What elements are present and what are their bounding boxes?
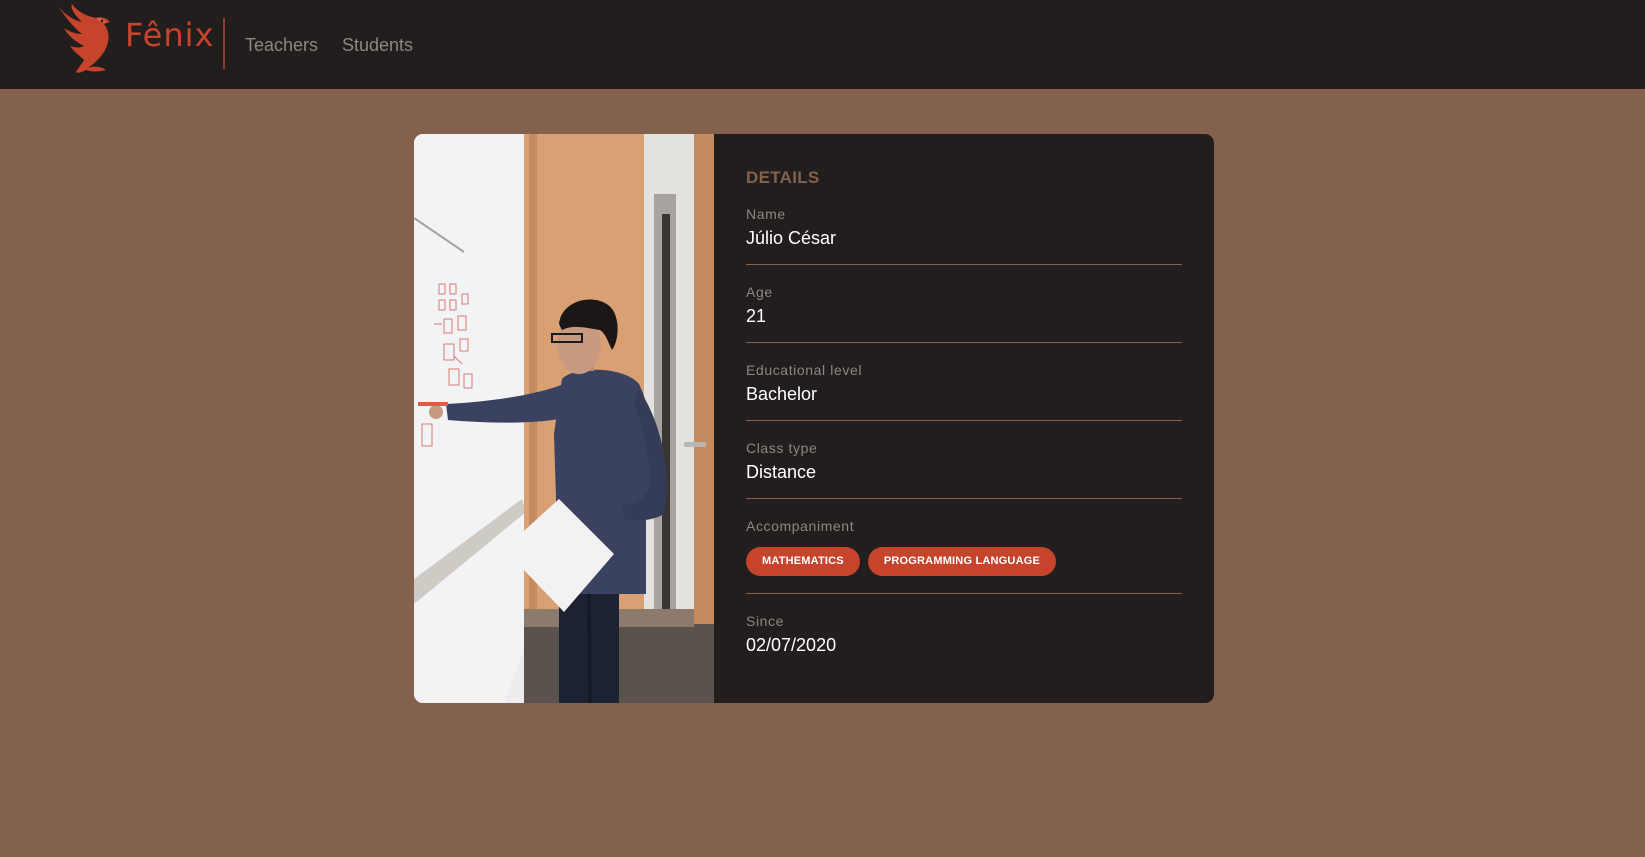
field-label: Educational level	[746, 362, 863, 378]
field-value: 02/07/2020	[746, 635, 837, 655]
top-navbar: Fênix Teachers Students	[0, 0, 1645, 89]
field-class-type: Class type Distance	[746, 440, 1182, 483]
field-value: Júlio César	[746, 228, 837, 248]
field-since: Since 02/07/2020	[746, 613, 1182, 656]
details-title: DETAILS	[746, 168, 820, 187]
field-label: Class type	[746, 440, 818, 456]
field-name: Name Júlio César	[746, 206, 1182, 249]
field-value: Distance	[746, 462, 817, 482]
nav-link-teachers[interactable]: Teachers	[245, 35, 318, 56]
field-value: Bachelor	[746, 384, 818, 404]
divider	[746, 420, 1182, 421]
divider	[746, 498, 1182, 499]
phoenix-logo-icon	[58, 4, 110, 73]
chip-programming-language[interactable]: PROGRAMMING LANGUAGE	[867, 547, 1057, 576]
teacher-photo	[414, 134, 714, 703]
field-educational-level: Educational level Bachelor	[746, 362, 1182, 405]
field-label: Name	[746, 206, 786, 222]
field-label: Since	[746, 613, 785, 629]
subject-chips: MATHEMATICS PROGRAMMING LANGUAGE	[746, 547, 1182, 576]
brand-name: Fênix	[125, 16, 215, 54]
nav-divider	[223, 18, 225, 69]
field-label: Accompaniment	[746, 518, 855, 534]
field-accompaniment: Accompaniment MATHEMATICS PROGRAMMING LA…	[746, 518, 1182, 576]
field-age: Age 21	[746, 284, 1182, 327]
divider	[746, 264, 1182, 265]
chip-mathematics[interactable]: MATHEMATICS	[746, 547, 860, 576]
field-value: 21	[746, 306, 767, 326]
nav-link-students[interactable]: Students	[342, 35, 413, 56]
field-label: Age	[746, 284, 773, 300]
teacher-details-card: DETAILS Name Júlio César Age 21 Educatio…	[414, 134, 1214, 703]
brand-logo[interactable]: Fênix	[52, 2, 214, 74]
divider	[746, 342, 1182, 343]
divider	[746, 593, 1182, 594]
